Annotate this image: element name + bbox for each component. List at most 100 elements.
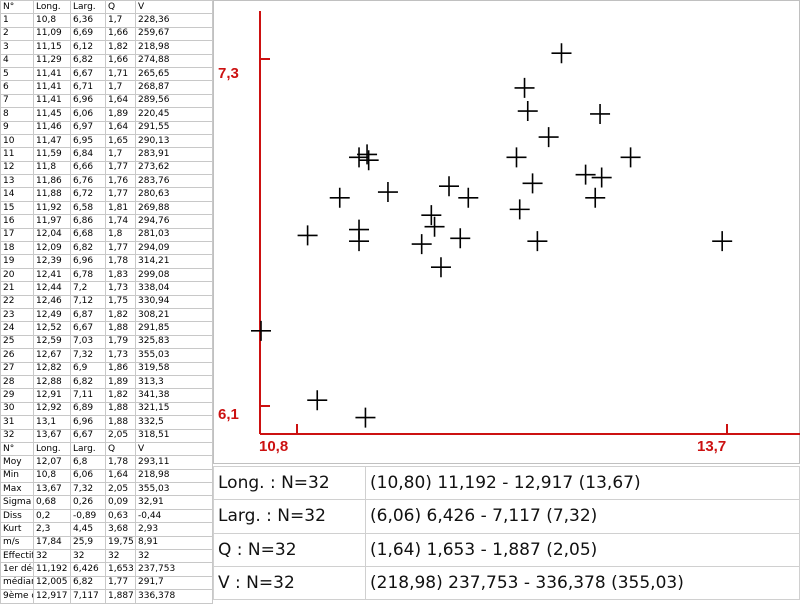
data-grid[interactable]: N° Long. Larg. Q V 1 10,8 6,36 1,7 228,36 2 11,09 6,… bbox=[0, 0, 213, 604]
grid-cell[interactable]: 7,03 bbox=[70, 334, 106, 350]
grid-cell[interactable]: 7,11 bbox=[70, 388, 106, 403]
grid-cell[interactable]: 2,05 bbox=[105, 428, 136, 443]
grid-cell[interactable]: 4,45 bbox=[70, 522, 106, 537]
grid-cell[interactable]: 10,8 bbox=[33, 468, 71, 484]
grid-cell[interactable]: Moy bbox=[0, 455, 34, 470]
grid-row[interactable]: 12 11,8 6,66 1,77 273,62 bbox=[0, 160, 213, 176]
grid-cell[interactable]: 12,82 bbox=[33, 361, 71, 376]
grid-cell[interactable]: 23 bbox=[0, 307, 34, 323]
grid-cell[interactable]: Kurt bbox=[0, 522, 34, 537]
grid-cell[interactable]: 11,41 bbox=[33, 80, 71, 95]
grid-cell[interactable]: 5 bbox=[0, 66, 34, 82]
grid-cell[interactable]: 19,75 bbox=[105, 535, 136, 551]
grid-cell[interactable]: 7,2 bbox=[70, 281, 106, 296]
grid-cell[interactable]: 11,192 bbox=[33, 562, 71, 577]
grid-cell[interactable]: 293,11 bbox=[135, 455, 213, 470]
grid-cell[interactable]: 6,89 bbox=[70, 401, 106, 417]
grid-cell[interactable]: 12,52 bbox=[33, 321, 71, 336]
grid-summary-row[interactable]: Kurt 2,3 4,45 3,68 2,93 bbox=[0, 522, 213, 537]
grid-summary-row[interactable]: 9ème décile12,9177,1171,887336,378 bbox=[0, 589, 213, 604]
grid-cell[interactable]: 26 bbox=[0, 348, 34, 363]
grid-cell[interactable]: 21 bbox=[0, 281, 34, 296]
grid-cell[interactable]: 1,88 bbox=[105, 415, 136, 430]
grid-cell[interactable]: 30 bbox=[0, 401, 34, 417]
grid-cell[interactable]: 291,55 bbox=[135, 120, 213, 135]
grid-cell[interactable]: 8 bbox=[0, 107, 34, 122]
grid-cell[interactable]: 7,12 bbox=[70, 294, 106, 309]
grid-row[interactable]: 18 12,09 6,82 1,77 294,09 bbox=[0, 241, 213, 256]
grid-cell[interactable]: 280,63 bbox=[135, 187, 213, 202]
grid-cell[interactable]: Diss bbox=[0, 508, 34, 524]
grid-cell[interactable]: 6,426 bbox=[70, 562, 106, 577]
grid-cell[interactable]: 1,887 bbox=[105, 589, 136, 604]
grid-cell[interactable]: 1er décile bbox=[0, 562, 34, 577]
grid-cell[interactable]: 6,82 bbox=[70, 241, 106, 256]
grid-cell[interactable]: Q bbox=[105, 441, 136, 457]
grid-cell[interactable]: 325,83 bbox=[135, 334, 213, 350]
grid-cell[interactable]: 6,87 bbox=[70, 307, 106, 323]
grid-cell[interactable]: 1,88 bbox=[105, 321, 136, 336]
grid-row[interactable]: 17 12,04 6,68 1,8 281,03 bbox=[0, 227, 213, 243]
grid-cell[interactable]: 13,67 bbox=[33, 482, 71, 497]
grid-row[interactable]: 3 11,15 6,12 1,82 218,98 bbox=[0, 40, 213, 55]
grid-row[interactable]: 10 11,47 6,95 1,65 290,13 bbox=[0, 133, 213, 149]
grid-cell[interactable]: 6,82 bbox=[70, 575, 106, 591]
grid-cell[interactable]: 1,88 bbox=[105, 401, 136, 417]
grid-cell[interactable]: 1,89 bbox=[105, 107, 136, 122]
grid-cell[interactable]: 0,09 bbox=[105, 495, 136, 510]
grid-cell[interactable]: 11,59 bbox=[33, 147, 71, 162]
grid-cell[interactable]: 6,67 bbox=[70, 321, 106, 336]
grid-cell[interactable]: 6,58 bbox=[70, 200, 106, 216]
grid-cell[interactable]: 1,7 bbox=[105, 13, 136, 28]
grid-cell[interactable]: 18 bbox=[0, 241, 34, 256]
grid-summary-row[interactable]: Moy 12,07 6,8 1,78 293,11 bbox=[0, 455, 213, 470]
grid-row[interactable]: 21 12,44 7,2 1,73 338,04 bbox=[0, 281, 213, 296]
grid-cell[interactable]: 12,04 bbox=[33, 227, 71, 243]
grid-cell[interactable]: 32 bbox=[105, 549, 136, 564]
grid-cell[interactable]: 6,97 bbox=[70, 120, 106, 135]
grid-cell[interactable]: 6,72 bbox=[70, 187, 106, 202]
grid-cell[interactable]: 12,09 bbox=[33, 241, 71, 256]
grid-summary-row[interactable]: médiane12,0056,821,77291,7 bbox=[0, 575, 213, 591]
grid-cell[interactable]: 7,117 bbox=[70, 589, 106, 604]
grid-cell[interactable]: Sigma bbox=[0, 495, 34, 510]
grid-cell[interactable]: 1,83 bbox=[105, 267, 136, 283]
grid-cell[interactable]: 13,1 bbox=[33, 415, 71, 430]
grid-cell[interactable]: 274,88 bbox=[135, 53, 213, 68]
grid-row[interactable]: 26 12,67 7,32 1,73 355,03 bbox=[0, 348, 213, 363]
grid-cell[interactable]: 355,03 bbox=[135, 348, 213, 363]
grid-cell[interactable]: 6,9 bbox=[70, 361, 106, 376]
grid-cell[interactable]: 1,79 bbox=[105, 334, 136, 350]
grid-row[interactable]: 6 11,41 6,71 1,7 268,87 bbox=[0, 80, 213, 95]
grid-summary-row[interactable]: Min 10,8 6,06 1,64 218,98 bbox=[0, 468, 213, 484]
grid-cell[interactable]: 314,21 bbox=[135, 254, 213, 269]
grid-cell[interactable]: 11,86 bbox=[33, 174, 71, 189]
grid-cell[interactable]: 1,71 bbox=[105, 66, 136, 82]
grid-cell[interactable]: 313,3 bbox=[135, 374, 213, 390]
grid-cell[interactable]: 12,005 bbox=[33, 575, 71, 591]
grid-cell[interactable]: 2 bbox=[0, 26, 34, 42]
grid-cell[interactable]: 1,65 bbox=[105, 133, 136, 149]
grid-cell[interactable]: 2,3 bbox=[33, 522, 71, 537]
grid-row[interactable]: 14 11,88 6,72 1,77 280,63 bbox=[0, 187, 213, 202]
grid-row[interactable]: 8 11,45 6,06 1,89 220,45 bbox=[0, 107, 213, 122]
grid-cell[interactable]: 1,77 bbox=[105, 241, 136, 256]
grid-cell[interactable]: 6,67 bbox=[70, 428, 106, 443]
grid-cell[interactable]: 218,98 bbox=[135, 40, 213, 55]
grid-cell[interactable]: 11,8 bbox=[33, 160, 71, 176]
grid-cell[interactable]: 11 bbox=[0, 147, 34, 162]
grid-cell[interactable]: Long. bbox=[33, 0, 71, 15]
grid-cell[interactable]: 7,32 bbox=[70, 482, 106, 497]
grid-cell[interactable]: 6,95 bbox=[70, 133, 106, 149]
grid-header-row[interactable]: N° Long. Larg. Q V bbox=[0, 441, 213, 457]
grid-cell[interactable]: 3,68 bbox=[105, 522, 136, 537]
grid-summary-row[interactable]: Effectif =32323232 bbox=[0, 549, 213, 564]
grid-cell[interactable]: 220,45 bbox=[135, 107, 213, 122]
grid-cell[interactable]: 1,64 bbox=[105, 93, 136, 109]
grid-cell[interactable]: 1,78 bbox=[105, 254, 136, 269]
grid-cell[interactable]: 289,56 bbox=[135, 93, 213, 109]
grid-cell[interactable]: 25 bbox=[0, 334, 34, 350]
grid-cell[interactable]: 6,36 bbox=[70, 13, 106, 28]
grid-cell[interactable]: 19 bbox=[0, 254, 34, 269]
grid-cell[interactable]: 6,76 bbox=[70, 174, 106, 189]
